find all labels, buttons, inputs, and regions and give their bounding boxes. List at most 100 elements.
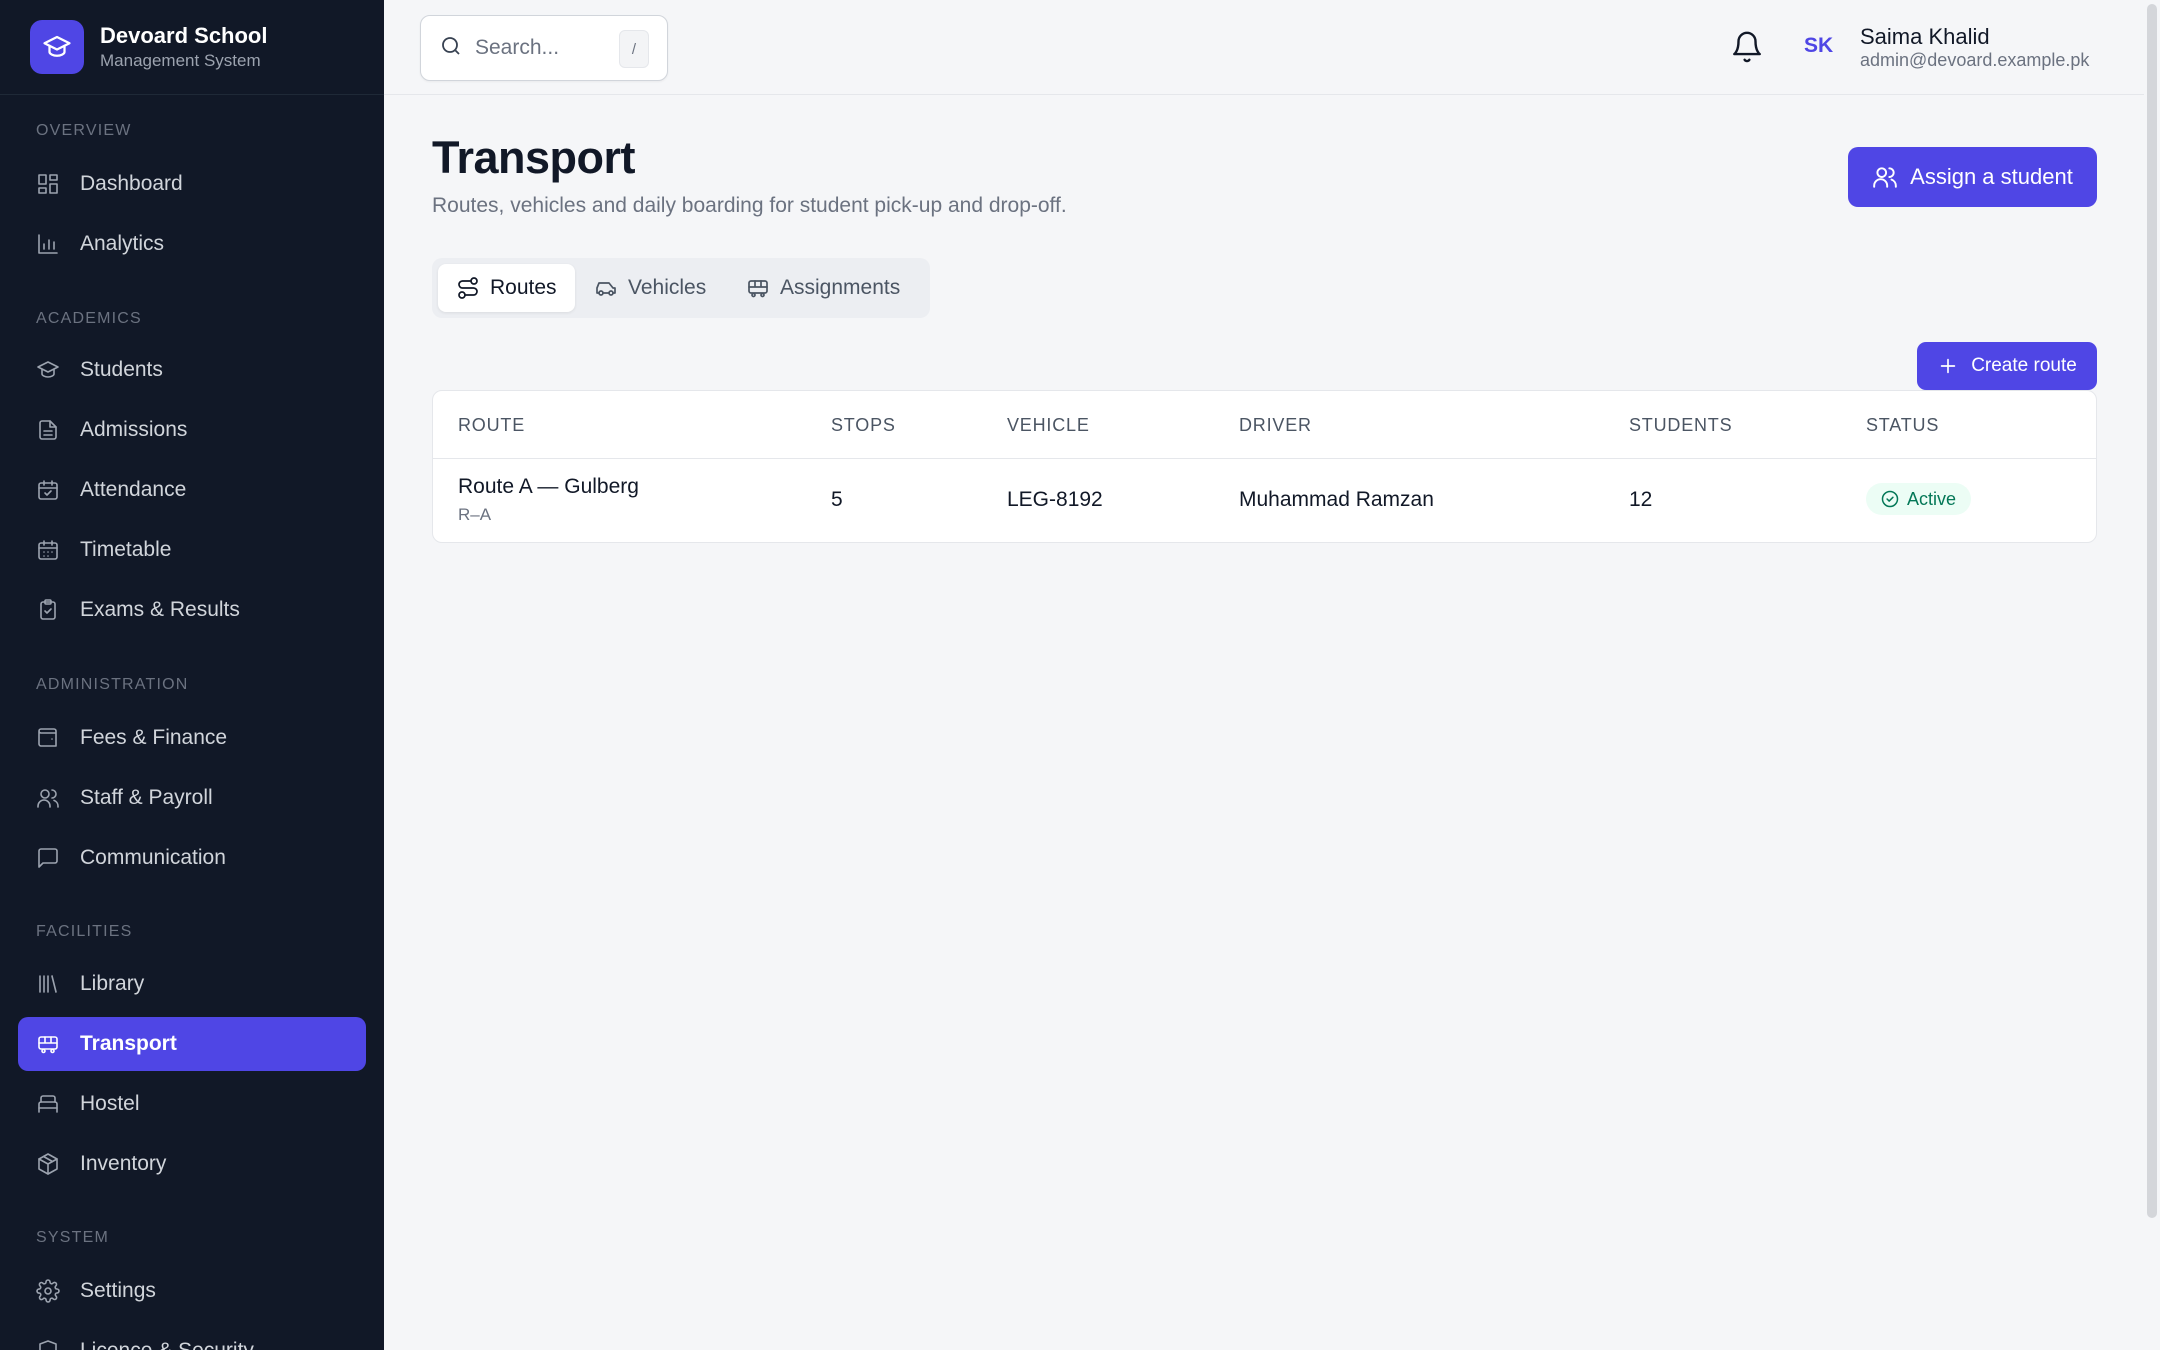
tab-assignments[interactable]: Assignments: [728, 264, 918, 312]
bed-icon: [36, 1092, 60, 1116]
column-header-vehicle[interactable]: VEHICLE: [1007, 415, 1090, 436]
column-header-students[interactable]: STUDENTS: [1629, 415, 1732, 436]
create-route-label: Create route: [1971, 355, 2077, 376]
users-icon: [36, 786, 60, 810]
message-square-icon: [36, 846, 60, 870]
assign-student-label: Assign a student: [1910, 164, 2073, 189]
column-header-stops[interactable]: STOPS: [831, 415, 896, 436]
section-label-administration: ADMINISTRATION: [36, 676, 189, 693]
sidebar-item-label: Analytics: [80, 232, 165, 255]
status-label: Active: [1907, 488, 1957, 509]
sidebar-item-attendance[interactable]: Attendance: [18, 463, 366, 517]
tab-routes[interactable]: Routes: [438, 264, 575, 312]
package-icon: [36, 1152, 60, 1176]
section-label-academics: ACADEMICS: [36, 310, 142, 327]
clipboard-check-icon: [36, 598, 60, 622]
sidebar-item-label: Attendance: [80, 478, 187, 501]
sidebar-item-exams-results[interactable]: Exams & Results: [18, 583, 366, 637]
sidebar-item-label: Fees & Finance: [80, 726, 228, 749]
sidebar-item-library[interactable]: Library: [18, 957, 366, 1011]
routes-table: ROUTE STOPS VEHICLE DRIVER STUDENTS STAT…: [432, 390, 2097, 543]
column-header-driver[interactable]: DRIVER: [1239, 415, 1312, 436]
user-email: admin@devoard.example.pk: [1860, 50, 2090, 70]
graduation-cap-icon: [36, 358, 60, 382]
page-scrollbar[interactable]: [2144, 0, 2160, 1350]
header-divider: [433, 458, 2096, 459]
section-label-system: SYSTEM: [36, 1229, 109, 1246]
sidebar-item-transport[interactable]: Transport: [18, 1017, 366, 1071]
file-text-icon: [36, 418, 60, 442]
page-subtitle: Routes, vehicles and daily boarding for …: [432, 194, 1067, 217]
status-badge: Active: [1866, 483, 1972, 515]
notifications-button[interactable]: [1730, 30, 1766, 66]
users-icon: [1873, 167, 1897, 188]
column-header-route[interactable]: ROUTE: [458, 415, 525, 436]
sidebar-item-fees-finance[interactable]: Fees & Finance: [18, 711, 366, 765]
bar-chart-icon: [36, 232, 60, 256]
bus-icon: [748, 280, 768, 298]
check-circle-icon: [1881, 490, 1899, 508]
library-icon: [36, 972, 60, 996]
column-header-status[interactable]: STATUS: [1866, 415, 1939, 436]
sidebar-item-label: Hostel: [80, 1092, 140, 1115]
sidebar-item-label: Students: [80, 358, 163, 381]
sidebar-item-timetable[interactable]: Timetable: [18, 523, 366, 577]
create-route-button[interactable]: Create route: [1917, 342, 2097, 390]
assign-student-button[interactable]: Assign a student: [1848, 147, 2097, 207]
car-icon: [596, 282, 616, 296]
search-input[interactable]: [475, 36, 605, 60]
tab-label: Assignments: [780, 276, 901, 299]
route-code: R–A: [458, 505, 492, 524]
transport-tabs: Routes Vehicles Assignments: [432, 258, 930, 318]
brand-subtitle: Management System: [100, 51, 261, 70]
route-name[interactable]: Route A — Gulberg: [458, 475, 639, 499]
sidebar-item-communication[interactable]: Communication: [18, 831, 366, 885]
sidebar: Devoard School Management System OVERVIE…: [0, 0, 384, 1350]
sidebar-item-dashboard[interactable]: Dashboard: [18, 157, 366, 211]
cell-stops: 5: [831, 488, 843, 511]
sidebar-item-label: Staff & Payroll: [80, 786, 213, 809]
calendar-check-icon: [36, 478, 60, 502]
sidebar-item-students[interactable]: Students: [18, 343, 366, 397]
search-box[interactable]: /: [420, 15, 668, 81]
scrollbar-thumb[interactable]: [2147, 4, 2157, 1218]
sidebar-item-staff-payroll[interactable]: Staff & Payroll: [18, 771, 366, 825]
sidebar-item-label: Timetable: [80, 538, 172, 561]
brand-name: Devoard School: [100, 23, 268, 48]
sidebar-item-settings[interactable]: Settings: [18, 1264, 366, 1318]
sidebar-item-label: Settings: [80, 1279, 156, 1302]
bell-icon: [1730, 31, 1764, 68]
sidebar-item-licence-security[interactable]: Licence & Security: [18, 1324, 366, 1350]
sidebar-item-label: Library: [80, 972, 145, 995]
cell-vehicle: LEG-8192: [1007, 488, 1103, 511]
cell-students: 12: [1629, 488, 1653, 511]
sidebar-item-label: Dashboard: [80, 172, 183, 195]
graduation-cap-icon: [30, 20, 84, 74]
sidebar-item-admissions[interactable]: Admissions: [18, 403, 366, 457]
cell-driver: Muhammad Ramzan: [1239, 488, 1434, 511]
sidebar-item-label: Admissions: [80, 418, 188, 441]
tab-label: Routes: [490, 276, 557, 299]
top-bar: / SK Saima Khalid admin@devoard.example.…: [384, 0, 2144, 95]
avatar[interactable]: SK: [1804, 34, 1833, 58]
search-icon: [439, 34, 463, 63]
wallet-icon: [36, 726, 60, 750]
user-name: Saima Khalid: [1860, 24, 1990, 49]
brand[interactable]: Devoard School Management System: [0, 0, 384, 95]
sidebar-item-label: Licence & Security: [80, 1339, 254, 1350]
plus-icon: [1940, 358, 1956, 374]
route-icon: [458, 277, 478, 299]
shield-icon: [36, 1339, 60, 1350]
calendar-icon: [36, 538, 60, 562]
gear-icon: [36, 1279, 60, 1303]
tab-vehicles[interactable]: Vehicles: [576, 264, 724, 312]
sidebar-item-label: Exams & Results: [80, 598, 240, 621]
sidebar-item-inventory[interactable]: Inventory: [18, 1137, 366, 1191]
section-label-overview: OVERVIEW: [36, 122, 132, 139]
sidebar-item-hostel[interactable]: Hostel: [18, 1077, 366, 1131]
bus-icon: [36, 1032, 60, 1056]
section-label-facilities: FACILITIES: [36, 923, 133, 940]
page-title: Transport: [432, 132, 636, 183]
grid-icon: [36, 172, 60, 196]
sidebar-item-analytics[interactable]: Analytics: [18, 217, 366, 271]
